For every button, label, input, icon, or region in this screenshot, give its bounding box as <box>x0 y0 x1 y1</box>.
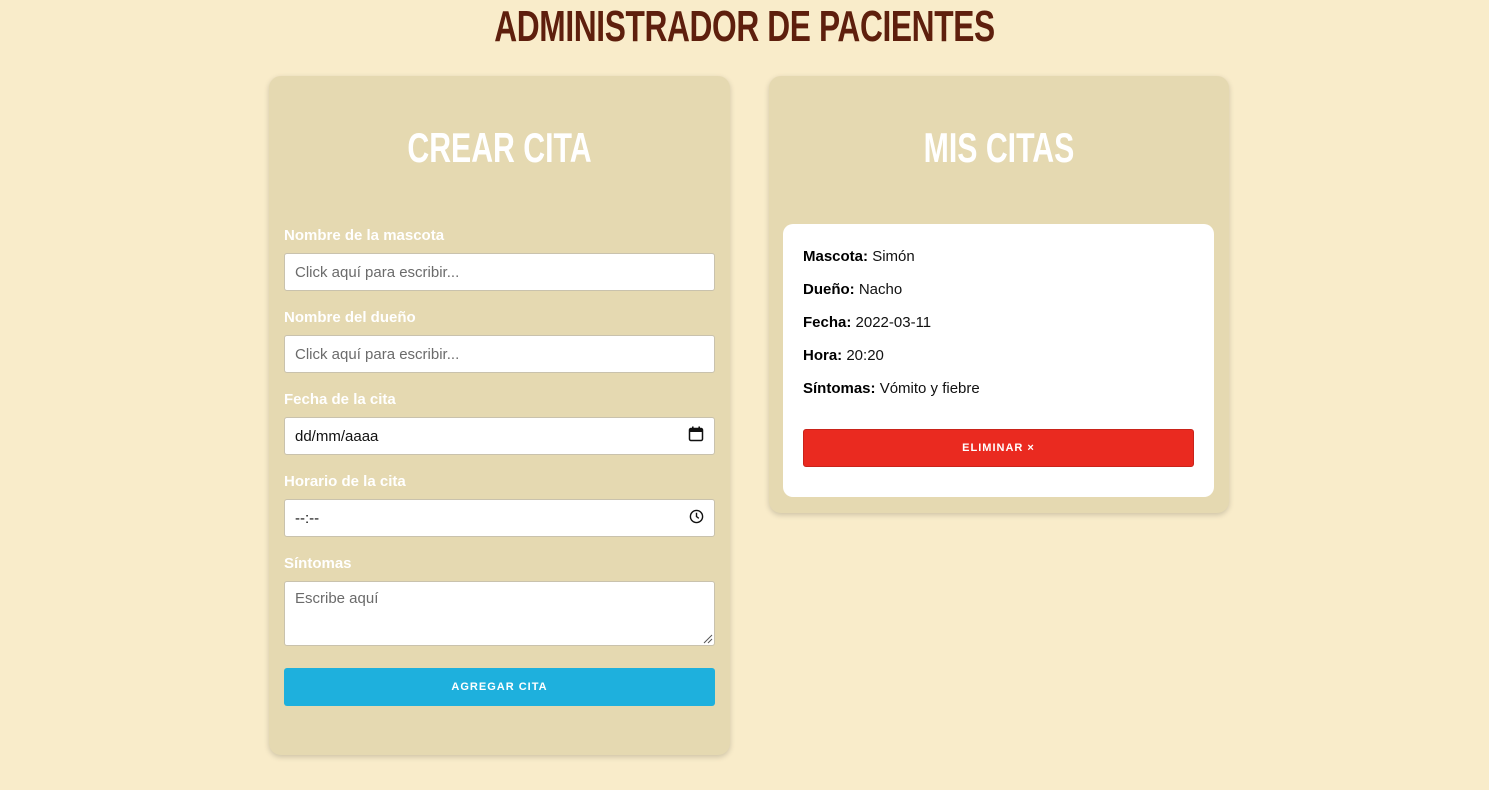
cita-mascota-label: Mascota: <box>803 248 869 265</box>
form-title: Crear Cita <box>407 124 592 171</box>
clock-icon[interactable] <box>689 509 704 528</box>
crear-cita-card: Crear Cita Nombre de la mascota Nombre d… <box>269 76 730 755</box>
fecha-input[interactable]: dd/mm/aaaa <box>284 417 715 455</box>
calendar-icon[interactable] <box>688 426 704 446</box>
cita-mascota-value: Simón <box>872 248 915 265</box>
cita-dueno: Dueño: Nacho <box>803 281 902 298</box>
sintomas-wrapper <box>269 581 730 646</box>
fecha-label: Fecha de la cita <box>284 391 396 408</box>
cita-dueno-label: Dueño: <box>803 281 855 298</box>
sintomas-textarea[interactable] <box>284 581 715 646</box>
mascota-label: Nombre de la mascota <box>284 227 445 244</box>
list-title: Mis citas <box>923 124 1075 171</box>
agregar-cita-button[interactable]: Agregar cita <box>284 668 715 706</box>
cita-dueno-value: Nacho <box>858 281 903 298</box>
resize-grip-icon[interactable] <box>703 634 713 644</box>
cita-sintomas-label: Síntomas: <box>803 380 876 397</box>
eliminar-cita-button[interactable]: Eliminar × <box>803 429 1194 467</box>
page-title: Administrador de Pacientes <box>494 2 995 51</box>
cita-fecha-label: Fecha: <box>803 314 852 331</box>
cita-mascota: Mascota: Simón <box>803 248 915 265</box>
cita-sintomas-value: Vómito y fiebre <box>879 380 980 397</box>
dueno-input[interactable] <box>284 335 715 373</box>
cita-fecha: Fecha: 2022-03-11 <box>803 314 931 331</box>
mascota-input[interactable] <box>284 253 715 291</box>
fecha-value: dd/mm/aaaa <box>295 427 379 445</box>
dueno-label: Nombre del dueño <box>284 309 416 326</box>
cita-hora-value: 20:20 <box>846 347 884 364</box>
mis-citas-card: Mis citas Mascota: Simón Dueño: Nacho Fe… <box>769 76 1229 513</box>
cita-hora-label: Hora: <box>803 347 843 364</box>
sintomas-label: Síntomas <box>284 555 352 572</box>
cita-hora: Hora: 20:20 <box>803 347 884 364</box>
cita-sintomas: Síntomas: Vómito y fiebre <box>803 380 980 397</box>
hora-input[interactable]: --:-- <box>284 499 715 537</box>
hora-value: --:-- <box>295 509 320 527</box>
hora-label: Horario de la cita <box>284 473 406 490</box>
cita-item: Mascota: Simón Dueño: Nacho Fecha: 2022-… <box>783 224 1214 497</box>
cita-fecha-value: 2022-03-11 <box>855 314 932 331</box>
